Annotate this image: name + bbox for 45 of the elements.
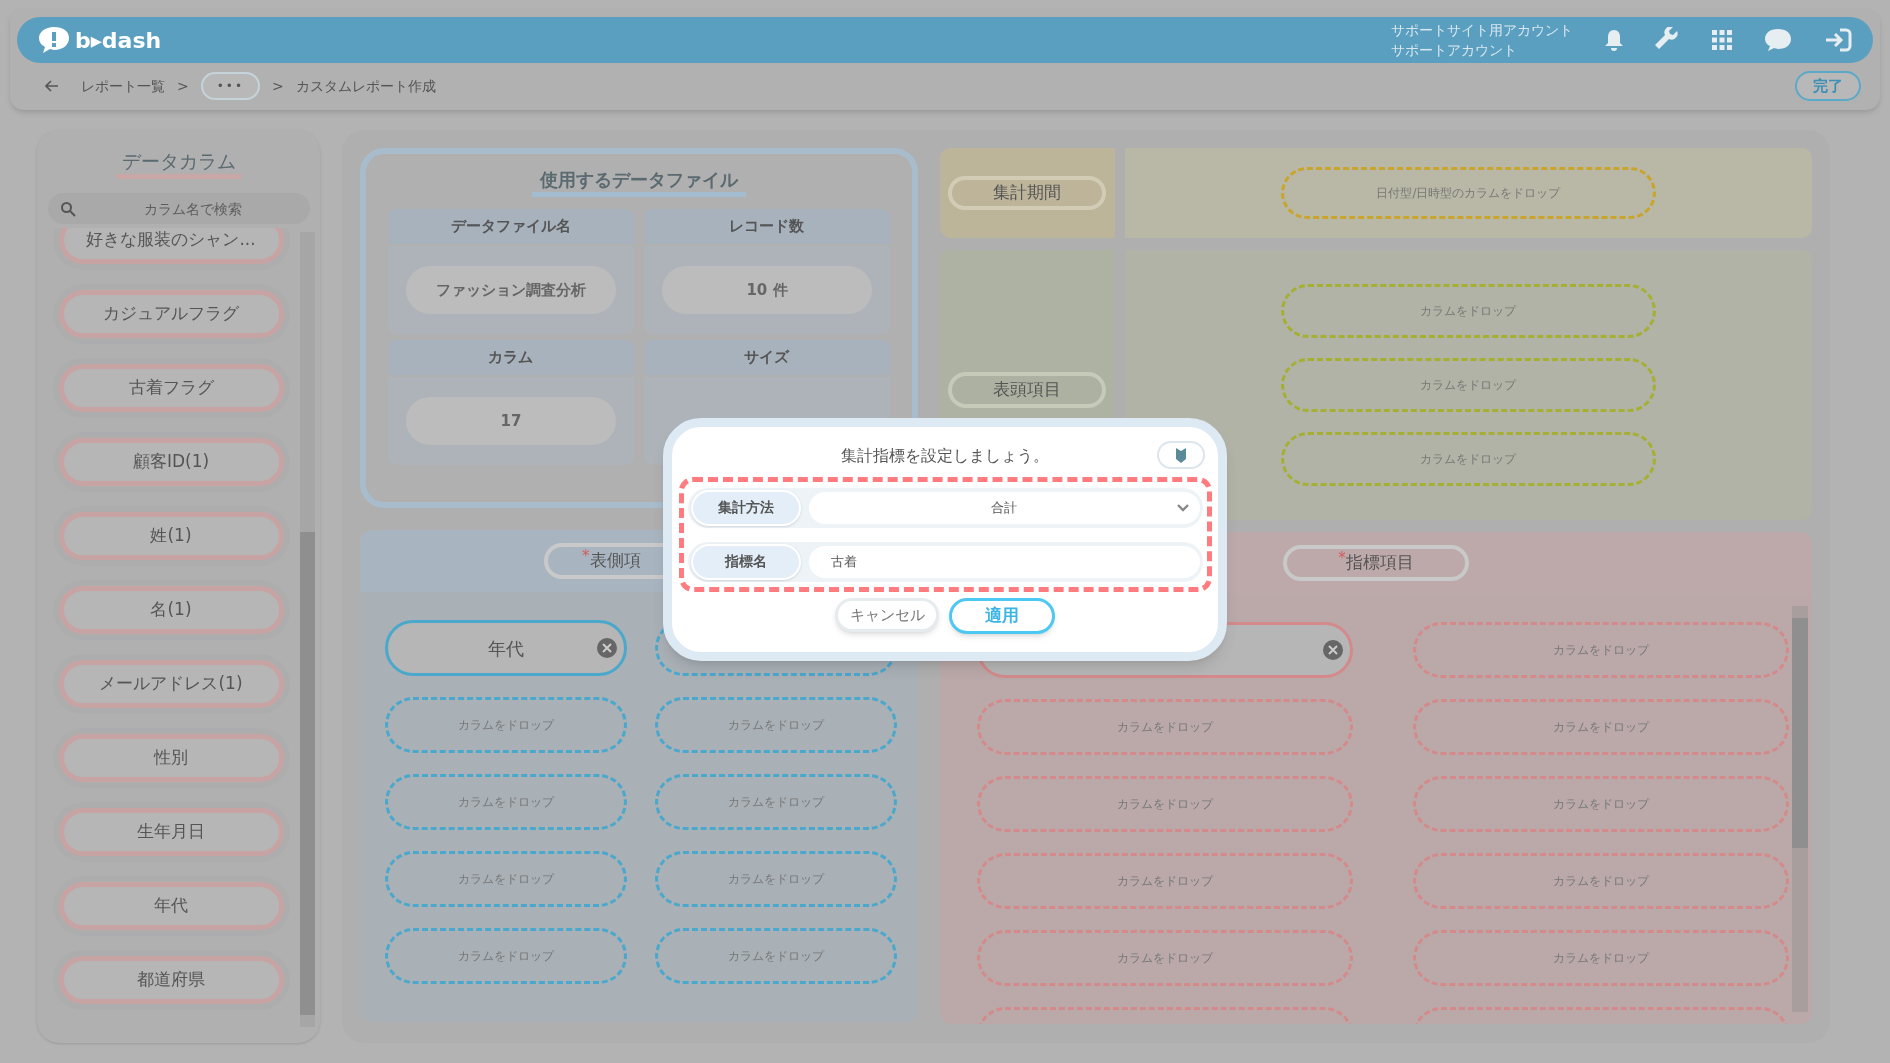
logout-icon[interactable] <box>1823 27 1853 53</box>
account-name: サポートサイト用アカウント <box>1391 21 1573 40</box>
section-label: 集計期間 <box>948 176 1107 210</box>
scrollbar[interactable] <box>299 232 315 1027</box>
remove-icon[interactable] <box>1321 639 1344 661</box>
more-button[interactable]: ••• <box>200 72 260 100</box>
search-field[interactable]: カラム名で検索 <box>47 193 310 224</box>
account-name: サポートアカウント <box>1391 41 1518 60</box>
apps-grid-icon[interactable] <box>1711 29 1733 51</box>
cancel-button[interactable]: キャンセル <box>835 598 939 632</box>
value-pill: ファッション調査分析 <box>406 266 616 314</box>
section-label: 表側項 <box>589 549 641 573</box>
value-pill: 10 件 <box>661 266 872 314</box>
scrollbar[interactable] <box>1792 606 1808 1012</box>
dialog-title: 集計指標を設定しましょう。 <box>841 445 1049 467</box>
breadcrumb-separator: > <box>177 76 189 96</box>
value-pill: 17 <box>406 397 616 445</box>
field-label: 指標名 <box>690 543 801 580</box>
column-header: サイズ <box>644 340 890 375</box>
column-header: レコード数 <box>644 209 890 244</box>
apply-button[interactable]: 適用 <box>949 598 1055 634</box>
sidebar-title: データカラム <box>115 148 242 179</box>
remove-icon[interactable] <box>596 637 618 659</box>
back-arrow-icon[interactable] <box>45 80 59 92</box>
breadcrumb-link[interactable]: レポート一覧 <box>81 75 165 97</box>
column-chip[interactable]: 年代 <box>385 620 627 676</box>
chat-bubble-icon[interactable] <box>1763 27 1793 53</box>
card-title: 使用するデータファイル <box>532 168 746 197</box>
bell-icon[interactable] <box>1603 28 1625 52</box>
section-label: 指標項目 <box>1345 552 1414 575</box>
breadcrumb-separator: > <box>271 76 284 96</box>
column-header: データファイル名 <box>388 209 634 244</box>
column-header: カラム <box>388 340 634 375</box>
logo: b▸dash <box>37 23 162 57</box>
field-label: 集計方法 <box>690 489 801 526</box>
select-field[interactable]: 合計 <box>808 491 1200 524</box>
breadcrumb-current: カスタムレポート作成 <box>295 76 436 96</box>
search-icon <box>59 201 76 217</box>
help-button[interactable] <box>1157 441 1205 469</box>
input-field[interactable]: 古着 <box>808 545 1200 578</box>
required-mark: * <box>1338 548 1346 567</box>
section-label: 表頭項目 <box>948 372 1107 408</box>
chevron-down-icon[interactable] <box>1175 502 1190 513</box>
required-mark: * <box>582 546 590 567</box>
done-button[interactable]: 完了 <box>1795 71 1861 101</box>
